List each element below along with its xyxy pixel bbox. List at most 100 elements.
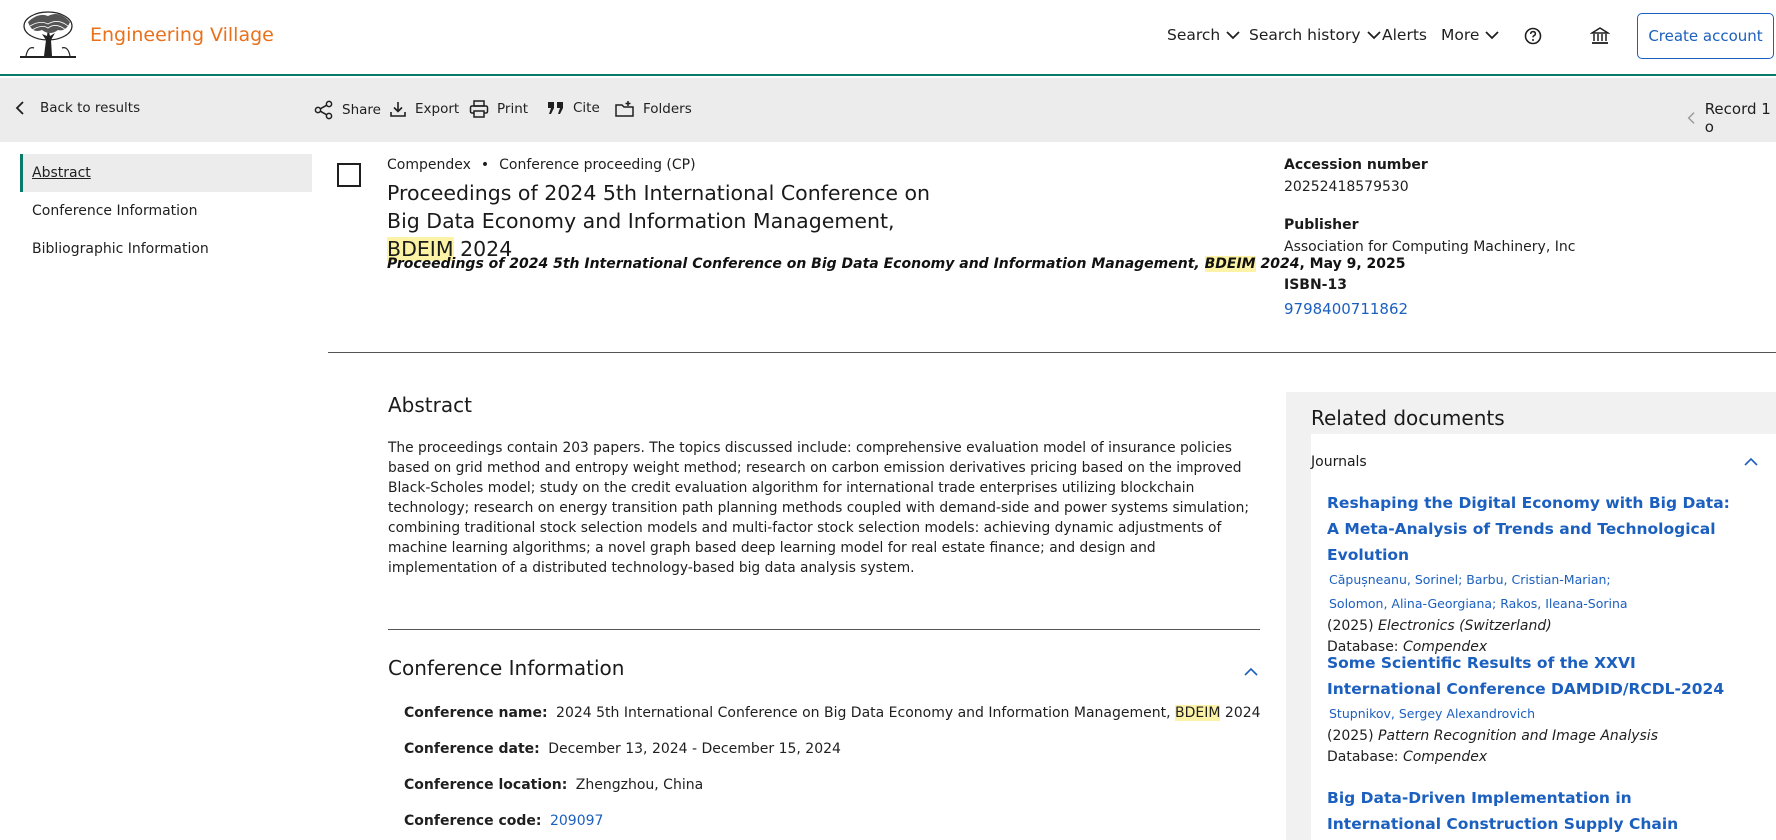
conference-name-value: 2024 5th International Conference on Big… [556,705,1176,721]
table-of-contents: Abstract Conference Information Bibliogr… [20,154,312,268]
related-item-journal: Pattern Recognition and Image Analysis [1378,728,1658,744]
conference-code-label: Conference code: [404,813,542,829]
related-documents-heading: Related documents [1311,406,1505,430]
record-metadata-panel: Accession number 20252418579530 Publishe… [1284,157,1724,318]
publisher-value: Association for Computing Machinery, Inc [1284,239,1576,255]
chevron-left-icon [15,101,24,115]
share-label: Share [342,102,381,118]
brand-name[interactable]: Engineering Village [90,24,274,46]
chevron-down-icon [1485,31,1500,40]
journals-label: Journals [1311,454,1367,470]
back-to-results-label: Back to results [40,100,141,116]
quote-icon [548,102,563,114]
abstract-text: The proceedings contain 203 papers. The … [388,440,1250,576]
conference-date-row: Conference date: December 13, 2024 - Dec… [404,741,841,757]
section-divider [328,352,1776,353]
record-toolbar: Back to results Share Export Print Cite … [0,78,1776,142]
document-type-label: Conference proceeding (CP) [499,157,696,173]
related-item-authors[interactable]: Căpușneanu, Sorinel; Barbu, Cristian-Mar… [1327,568,1747,592]
toc-conference-information[interactable]: Conference Information [20,192,312,230]
accession-value: 20252418579530 [1284,179,1409,195]
chevron-left-icon [1687,112,1695,124]
record-meta-top: Compendex • Conference proceeding (CP) [387,157,696,173]
related-item-title[interactable]: Big Data-Driven Implementation in Intern… [1327,785,1747,840]
accession-label: Accession number [1284,157,1428,173]
back-to-results-button[interactable]: Back to results [14,100,140,116]
source-citation: Proceedings of 2024 5th International Co… [387,256,1406,272]
folders-label: Folders [643,101,692,117]
create-account-button[interactable]: Create account [1637,13,1774,59]
nav-search-history-label: Search history [1249,26,1361,44]
nav-alerts[interactable]: Alerts [1382,26,1427,44]
nav-more-label: More [1441,26,1480,44]
institution-icon[interactable] [1589,26,1611,50]
conference-heading: Conference Information [388,656,625,680]
nav-alerts-label: Alerts [1382,26,1427,44]
conference-name-row: Conference name: 2024 5th International … [404,705,1261,721]
conference-location-row: Conference location: Zhengzhou, China [404,777,703,793]
title-text: Proceedings of 2024 5th International Co… [387,181,931,233]
elsevier-tree-logo-icon[interactable] [20,10,76,60]
print-label: Print [497,101,529,117]
printer-icon [469,100,489,118]
related-item-source: (2025) Pattern Recognition and Image Ana… [1327,726,1747,747]
isbn-label: ISBN-13 [1284,277,1347,293]
related-item-database: Database: Compendex [1327,747,1747,768]
database-label: Compendex [387,157,471,173]
conference-location-value: Zhengzhou, China [575,777,704,793]
select-record-checkbox[interactable] [337,163,361,187]
top-header: Engineering Village Search Search histor… [0,0,1776,76]
cite-label: Cite [573,100,600,116]
related-item-title[interactable]: Some Scientific Results of the XXVI Inte… [1327,650,1747,702]
nav-more[interactable]: More [1441,26,1500,44]
abstract-heading: Abstract [388,393,472,417]
print-button[interactable]: Print [469,100,528,118]
database-name: Compendex [1402,749,1488,765]
conference-name-label: Conference name: [404,705,548,721]
chevron-up-icon[interactable] [1244,662,1258,681]
source-title: Proceedings of 2024 5th International Co… [387,256,1205,272]
conference-date-value: December 13, 2024 - December 15, 2024 [548,741,841,757]
related-item-authors[interactable]: Solomon, Alina-Georgiana; Rakos, Ileana-… [1327,592,1747,616]
toc-bibliographic-information[interactable]: Bibliographic Information [20,230,312,268]
isbn-link[interactable]: 9798400711862 [1284,300,1408,318]
conference-code-link[interactable]: 209097 [550,813,603,829]
nav-search-history[interactable]: Search history [1249,26,1381,44]
bullet-separator: • [480,157,490,173]
related-documents-panel: Related documents Journals Reshaping the… [1286,392,1776,840]
conference-name-highlight: BDEIM [1175,705,1221,721]
journals-accordion-toggle[interactable]: Journals [1311,442,1758,482]
share-button[interactable]: Share [314,100,381,120]
conference-name-end: 2024 [1220,705,1261,721]
related-item: Some Scientific Results of the XXVI Inte… [1327,650,1747,768]
related-item: Reshaping the Digital Economy with Big D… [1327,490,1747,658]
related-documents-list: Journals Reshaping the Digital Economy w… [1311,434,1776,840]
record-pager-label: Record 1 o [1704,100,1771,136]
cite-button[interactable]: Cite [547,100,600,116]
document-title: Proceedings of 2024 5th International Co… [387,179,947,263]
export-button[interactable]: Export [389,100,459,118]
related-item: Big Data-Driven Implementation in Intern… [1327,785,1747,840]
conference-code-row: Conference code: 209097 [404,813,603,829]
download-icon [390,102,406,117]
related-item-source: (2025) Electronics (Switzerland) [1327,616,1747,637]
related-item-year: (2025) [1327,728,1379,744]
related-item-title[interactable]: Reshaping the Digital Economy with Big D… [1327,490,1747,568]
nav-search-label: Search [1167,26,1221,44]
related-item-year: (2025) [1327,618,1379,634]
help-icon[interactable] [1524,27,1542,49]
publisher-label: Publisher [1284,217,1359,233]
database-prefix: Database: [1327,749,1403,765]
share-icon [314,100,333,120]
related-item-authors[interactable]: Stupnikov, Sergey Alexandrovich [1327,702,1747,726]
record-pager[interactable]: Record 1 o [1686,100,1776,136]
nav-search[interactable]: Search [1167,26,1240,44]
export-label: Export [415,101,460,117]
source-highlight: BDEIM [1204,256,1256,272]
conference-location-label: Conference location: [404,777,568,793]
conference-date-label: Conference date: [404,741,540,757]
folders-button[interactable]: Folders [615,100,692,118]
folder-add-icon [615,101,634,117]
abstract-divider [388,629,1260,630]
toc-abstract[interactable]: Abstract [20,154,312,192]
